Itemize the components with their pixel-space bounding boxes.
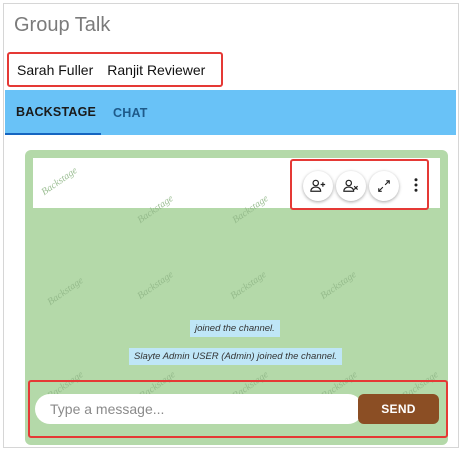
watermark-text: Backstage: [228, 269, 269, 302]
more-vert-icon: [414, 178, 418, 192]
message-input[interactable]: [35, 394, 363, 424]
remove-participant-button[interactable]: [336, 171, 366, 201]
system-message: joined the channel.: [190, 320, 280, 337]
more-options-button[interactable]: [409, 173, 423, 197]
watermark-text: Backstage: [135, 269, 176, 302]
participant-name[interactable]: Sarah Fuller: [17, 62, 93, 78]
participant-name[interactable]: Ranjit Reviewer: [107, 62, 205, 78]
remove-person-icon: [343, 179, 359, 192]
send-button[interactable]: SEND: [358, 394, 439, 424]
tab-backstage[interactable]: BACKSTAGE: [5, 90, 101, 135]
app-title: Group Talk: [14, 14, 111, 36]
expand-button[interactable]: [369, 171, 399, 201]
tab-bar: BACKSTAGE CHAT: [5, 90, 456, 135]
tab-chat[interactable]: CHAT: [110, 90, 150, 135]
system-message: Slayte Admin USER (Admin) joined the cha…: [129, 348, 342, 365]
message-composer: SEND: [28, 380, 448, 438]
watermark-text: Backstage: [318, 269, 359, 302]
add-person-icon: [310, 179, 326, 192]
video-controls: [290, 159, 429, 210]
add-participant-button[interactable]: [303, 171, 333, 201]
expand-icon: [378, 180, 390, 192]
watermark-text: Backstage: [45, 275, 86, 308]
participant-list: Sarah Fuller Ranjit Reviewer: [7, 52, 223, 87]
